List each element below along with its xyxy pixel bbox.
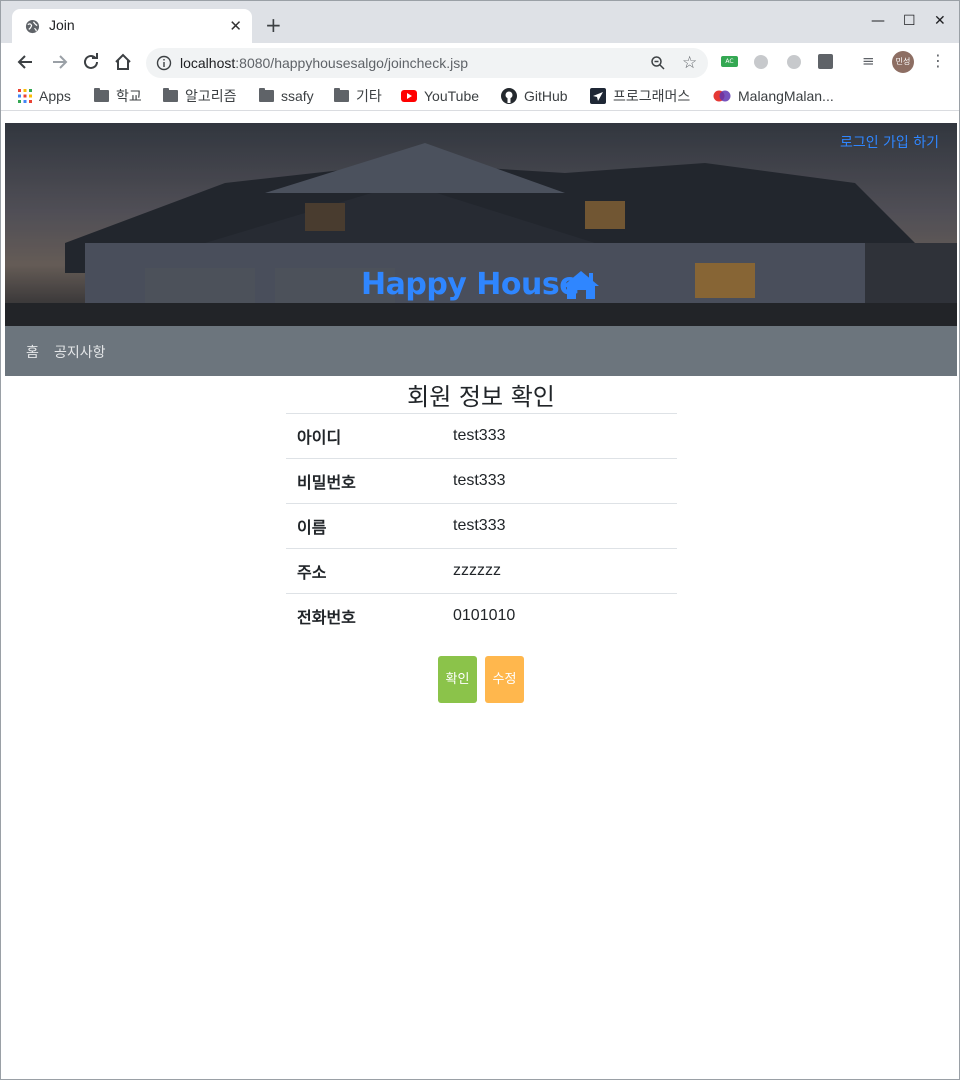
- tab-strip: Join ✕ + — ☐ ✕: [1, 1, 959, 43]
- bookmark-programmers[interactable]: 프로그래머스: [590, 86, 690, 106]
- bookmark-star-icon[interactable]: ☆: [682, 53, 697, 73]
- field-label-id: 아이디: [286, 413, 442, 459]
- header-banner: 로그인 가입 하기 Happy House: [5, 123, 957, 326]
- extension-circle-icon[interactable]: [754, 55, 768, 69]
- bookmark-algorithm[interactable]: 알고리즘: [163, 86, 237, 106]
- folder-icon: [94, 88, 109, 102]
- table-row: 이름 test333: [286, 503, 677, 549]
- field-value-password: test333: [442, 458, 677, 504]
- new-tab-icon[interactable]: +: [265, 15, 282, 35]
- bookmark-label: 알고리즘: [185, 88, 237, 104]
- apps-grid-icon: [18, 89, 32, 103]
- bookmark-ssafy[interactable]: ssafy: [259, 86, 314, 106]
- bookmark-label: 기타: [356, 88, 382, 104]
- field-label-name: 이름: [286, 503, 442, 549]
- bookmark-malang[interactable]: MalangMalan...: [713, 86, 834, 106]
- browser-toolbar: localhost:8080/happyhousesalgo/joincheck…: [1, 43, 959, 81]
- media-playlist-icon[interactable]: ≡: [862, 52, 875, 70]
- page-title: 회원 정보 확인: [407, 383, 555, 411]
- bookmark-label: MalangMalan...: [738, 88, 834, 104]
- menu-dots-icon[interactable]: ⋮: [930, 52, 946, 70]
- house-icon: [563, 271, 599, 299]
- profile-avatar[interactable]: 민성: [892, 51, 914, 73]
- site-info-icon[interactable]: [156, 55, 172, 71]
- tab-join[interactable]: Join ✕: [12, 9, 252, 43]
- back-arrow-icon[interactable]: [15, 51, 37, 73]
- field-value-phone: 0101010: [442, 593, 677, 639]
- tab-title: Join: [49, 17, 75, 33]
- bookmark-label: 프로그래머스: [613, 88, 691, 104]
- programmers-icon: [590, 88, 606, 104]
- browser-window: Join ✕ + — ☐ ✕ localhost:8080/happyhouse…: [0, 0, 960, 1080]
- folder-icon: [259, 88, 274, 102]
- main-navbar: 홈 공지사항: [5, 326, 957, 376]
- bookmark-label: 학교: [116, 88, 142, 104]
- nav-notice[interactable]: 공지사항: [54, 342, 106, 362]
- address-bar[interactable]: localhost:8080/happyhousesalgo/joincheck…: [146, 48, 708, 78]
- url-text[interactable]: localhost:8080/happyhousesalgo/joincheck…: [180, 55, 468, 71]
- folder-icon: [163, 88, 178, 102]
- youtube-icon: [401, 90, 417, 102]
- malang-icon: [713, 90, 731, 102]
- globe-icon: [25, 19, 40, 34]
- bookmark-etc[interactable]: 기타: [334, 86, 382, 106]
- home-icon[interactable]: [112, 51, 134, 73]
- extension-ac-icon[interactable]: AC: [721, 56, 738, 67]
- close-tab-icon[interactable]: ✕: [229, 17, 242, 35]
- zoom-icon[interactable]: [650, 55, 666, 71]
- table-row: 전화번호 0101010: [286, 593, 677, 639]
- table-row: 비밀번호 test333: [286, 458, 677, 504]
- page-content: 로그인 가입 하기 Happy House 홈 공지사항 회원 정보 확인 아이…: [5, 123, 957, 1078]
- brand-title[interactable]: Happy House: [361, 267, 580, 302]
- maximize-icon[interactable]: ☐: [903, 13, 916, 29]
- field-label-password: 비밀번호: [286, 458, 442, 504]
- field-label-address: 주소: [286, 548, 442, 594]
- forward-arrow-icon[interactable]: [48, 51, 70, 73]
- github-icon: [501, 88, 517, 104]
- member-info-table: 아이디 test333 비밀번호 test333 이름 test333 주소 z…: [286, 413, 677, 639]
- minimize-icon[interactable]: —: [871, 13, 885, 29]
- folder-icon: [334, 88, 349, 102]
- bookmark-school[interactable]: 학교: [94, 86, 142, 106]
- bookmark-apps[interactable]: Apps: [18, 86, 71, 106]
- edit-button[interactable]: 수정: [485, 656, 524, 703]
- table-row: 아이디 test333: [286, 413, 677, 459]
- login-signup-links[interactable]: 로그인 가입 하기: [840, 132, 939, 152]
- bookmark-youtube[interactable]: YouTube: [401, 86, 479, 106]
- reload-icon[interactable]: [80, 51, 102, 73]
- bookmarks-bar: Apps 학교 알고리즘 ssafy 기타 YouTube GitHub 프로그…: [1, 81, 959, 111]
- window-close-icon[interactable]: ✕: [934, 13, 946, 29]
- field-value-name: test333: [442, 503, 677, 549]
- bookmark-label: ssafy: [281, 88, 314, 104]
- table-row: 주소 zzzzzz: [286, 548, 677, 594]
- field-value-id: test333: [442, 413, 677, 459]
- nav-home[interactable]: 홈: [26, 342, 39, 362]
- bookmark-label: GitHub: [524, 88, 568, 104]
- extension-reader-icon[interactable]: [818, 54, 833, 69]
- bookmark-label: Apps: [39, 88, 71, 104]
- bookmark-label: YouTube: [424, 88, 480, 104]
- field-value-address: zzzzzz: [442, 548, 677, 594]
- confirm-button[interactable]: 확인: [438, 656, 477, 703]
- field-label-phone: 전화번호: [286, 593, 442, 639]
- bookmark-github[interactable]: GitHub: [501, 86, 568, 106]
- extension-shield-icon[interactable]: [787, 55, 801, 69]
